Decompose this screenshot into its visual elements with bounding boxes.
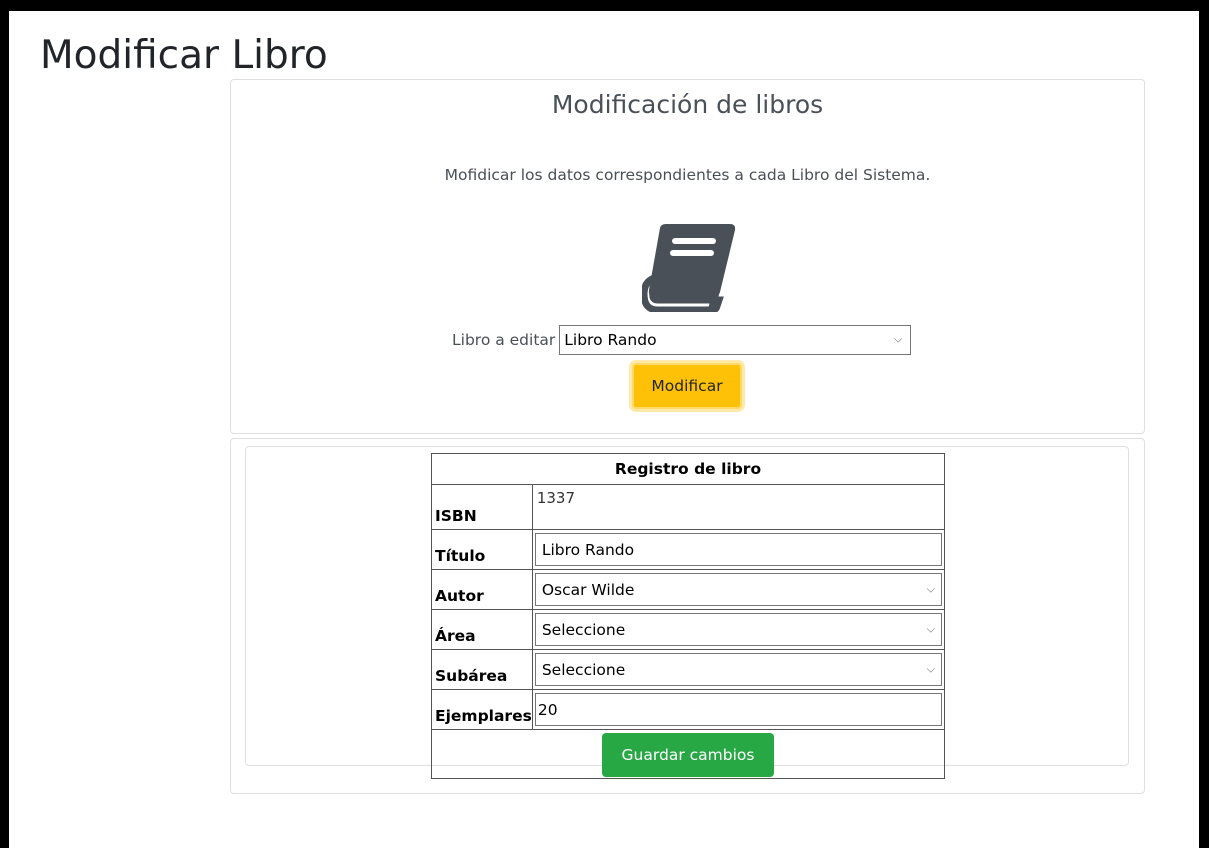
form-header: Registro de libro — [431, 453, 945, 485]
modify-button[interactable]: Modificar — [632, 363, 742, 409]
area-select[interactable]: Seleccione ⌵ — [534, 613, 942, 646]
card-title: Modificación de libros — [551, 90, 824, 119]
chevron-down-icon: ⌵ — [926, 661, 935, 675]
chevron-down-icon: ⌵ — [893, 332, 903, 346]
table-row: Subárea Seleccione ⌵ — [431, 649, 946, 690]
titulo-input[interactable]: Libro Rando — [534, 533, 942, 566]
titulo-label: Título — [431, 529, 533, 570]
autor-select-value: Oscar Wilde — [541, 580, 635, 599]
card-description: Mofidicar los datos correspondientes a c… — [444, 166, 931, 184]
ejemplares-label: Ejemplares — [431, 689, 533, 730]
subarea-label: Subárea — [431, 649, 533, 690]
book-icon — [642, 224, 736, 312]
table-row: Guardar cambios — [431, 729, 945, 779]
chevron-down-icon: ⌵ — [926, 581, 935, 595]
book-select-value: Libro Rando — [564, 331, 657, 349]
ejemplares-input-value: 20 — [537, 700, 558, 719]
autor-select[interactable]: Oscar Wilde ⌵ — [534, 573, 942, 606]
subarea-select-value: Seleccione — [541, 660, 626, 679]
table-row: Autor Oscar Wilde ⌵ — [431, 569, 946, 610]
chevron-down-icon: ⌵ — [926, 621, 935, 635]
table-row: ISBN 1337 — [431, 484, 946, 530]
book-form-table: Registro de libro ISBN 1337 Título Libro… — [431, 453, 946, 779]
isbn-label: ISBN — [431, 484, 533, 530]
isbn-value: 1337 — [531, 484, 946, 530]
table-row: Ejemplares 20 — [431, 689, 946, 730]
subarea-select[interactable]: Seleccione ⌵ — [534, 653, 942, 686]
ejemplares-input[interactable]: 20 — [534, 693, 942, 726]
table-row: Título Libro Rando — [431, 529, 946, 570]
titulo-input-value: Libro Rando — [541, 540, 635, 559]
page-title: Modificar Libro — [40, 33, 328, 78]
area-label: Área — [431, 609, 533, 650]
table-row: Área Seleccione ⌵ — [431, 609, 946, 650]
book-select-row: Libro a editar Libro Rando ⌵ — [452, 325, 912, 355]
book-select[interactable]: Libro Rando ⌵ — [559, 325, 912, 355]
save-changes-button[interactable]: Guardar cambios — [602, 732, 774, 777]
autor-label: Autor — [431, 569, 533, 610]
book-select-label: Libro a editar — [452, 331, 556, 349]
area-select-value: Seleccione — [541, 620, 626, 639]
